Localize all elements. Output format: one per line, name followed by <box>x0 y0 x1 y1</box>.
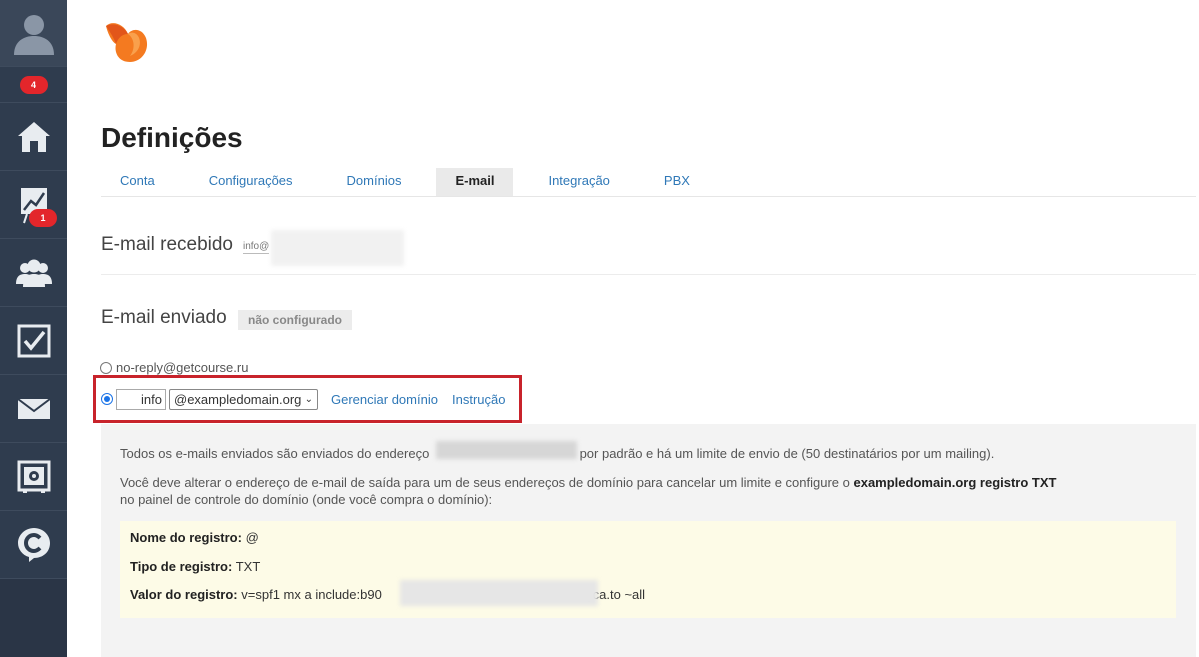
tab-integracao[interactable]: Integração <box>529 168 628 196</box>
stats-badge: 1 <box>29 209 57 227</box>
sidebar-item-tasks[interactable] <box>0 307 67 375</box>
tab-email[interactable]: E-mail <box>436 168 514 196</box>
sidebar-item-users[interactable] <box>0 239 67 307</box>
redacted-address <box>436 441 577 459</box>
info-paragraph-2: Você deve alterar o endereço de e-mail d… <box>120 474 1056 491</box>
info-paragraph-3: no painel de controle do domínio (onde v… <box>120 492 493 507</box>
radio-default-sender[interactable]: no-reply@getcourse.ru <box>100 360 248 375</box>
record-name-value: @ <box>245 530 259 545</box>
received-email-value[interactable]: info@ <box>243 241 270 254</box>
page-title: Definições <box>101 122 243 153</box>
redacted-area <box>271 230 404 266</box>
mail-icon <box>16 397 51 419</box>
sender-domain-selected: @exampledomain.org <box>174 392 302 407</box>
getcourse-logo-icon <box>17 527 50 562</box>
tab-configuracoes[interactable]: Configurações <box>190 168 312 196</box>
sidebar-item-home[interactable] <box>0 103 67 171</box>
home-icon <box>17 121 50 152</box>
company-logo-icon <box>106 23 148 62</box>
record-value-label: Valor do registro: <box>130 587 238 602</box>
section-divider <box>101 274 1196 275</box>
sidebar: 4 1 <box>0 0 67 657</box>
status-badge: não configurado <box>238 310 352 330</box>
record-type-value: TXT <box>235 559 261 574</box>
tab-conta[interactable]: Conta <box>101 168 174 196</box>
sidebar-item-safe[interactable] <box>0 443 67 511</box>
checkbox-task-icon <box>17 324 50 357</box>
sidebar-item-getcourse[interactable] <box>0 511 67 579</box>
sender-local-part-input[interactable] <box>116 389 166 410</box>
radio-default-sender-label: no-reply@getcourse.ru <box>116 360 249 375</box>
info-p2-before: Você deve alterar o endereço de e-mail d… <box>120 475 854 490</box>
sidebar-bottom <box>0 579 67 657</box>
redacted-record-value <box>400 580 598 606</box>
received-email-title: E-mail recebido <box>101 234 233 255</box>
users-icon <box>15 259 52 287</box>
chevron-down-icon: ⌄ <box>304 394 313 405</box>
user-avatar[interactable] <box>0 0 67 67</box>
notifications-row[interactable]: 4 <box>0 67 67 103</box>
tab-dominios[interactable]: Domínios <box>328 168 421 196</box>
user-avatar-icon <box>13 15 54 55</box>
record-name-row: Nome do registro: @ <box>130 530 259 545</box>
info-p1-after: por padrão e há um limite de envio de (5… <box>579 446 995 461</box>
tab-pbx[interactable]: PBX <box>645 168 709 196</box>
safe-icon <box>17 460 50 493</box>
sender-domain-select[interactable]: @exampledomain.org ⌄ <box>169 389 318 410</box>
sidebar-item-mail[interactable] <box>0 375 67 443</box>
manage-domain-link[interactable]: Gerenciar domínio <box>331 392 438 407</box>
dns-record-box <box>120 521 1176 618</box>
record-name-label: Nome do registro: <box>130 530 242 545</box>
info-p2-bold: exampledomain.org registro TXT <box>853 475 1057 490</box>
radio-custom-sender[interactable] <box>101 393 113 405</box>
record-type-row: Tipo de registro: TXT <box>130 559 260 574</box>
radio-default-sender-button[interactable] <box>100 361 112 374</box>
sidebar-item-stats[interactable]: 1 <box>0 171 67 239</box>
info-p1-before: Todos os e-mails enviados são enviados d… <box>120 446 430 461</box>
settings-tabs: Conta Configurações Domínios E-mail Inte… <box>101 168 1196 197</box>
notifications-badge: 4 <box>19 75 48 94</box>
record-type-label: Tipo de registro: <box>130 559 233 574</box>
record-value-start: v=spf1 mx a include:b90 <box>241 587 382 602</box>
sent-email-title: E-mail enviado <box>101 307 227 328</box>
instruction-link[interactable]: Instrução <box>452 392 505 407</box>
